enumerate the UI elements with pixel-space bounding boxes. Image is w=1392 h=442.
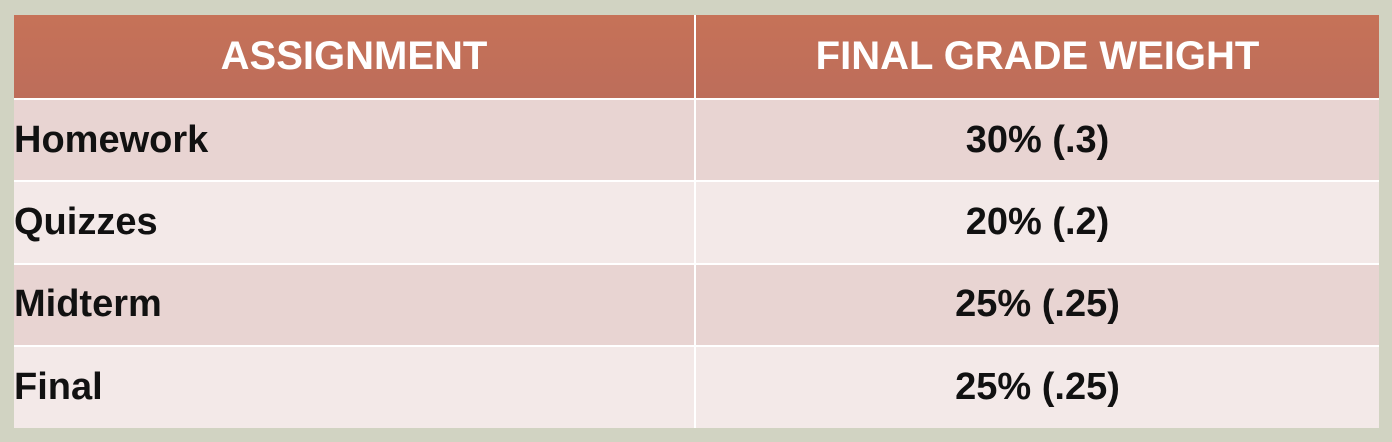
table-header-row: ASSIGNMENT FINAL GRADE WEIGHT [14,15,1379,100]
assignment-cell: Quizzes [14,180,696,265]
assignment-cell: Homework [14,97,696,183]
grade-weight-table: ASSIGNMENT FINAL GRADE WEIGHT Homework 3… [14,15,1379,428]
table-row: Homework 30% (.3) [14,97,1379,183]
weight-cell: 25% (.25) [694,344,1379,428]
assignment-cell: Final [14,344,696,428]
table-row: Midterm 25% (.25) [14,262,1379,347]
weight-cell: 25% (.25) [694,262,1379,347]
table-row: Final 25% (.25) [14,344,1379,428]
table-row: Quizzes 20% (.2) [14,180,1379,265]
slide-frame: ASSIGNMENT FINAL GRADE WEIGHT Homework 3… [14,15,1379,428]
weight-cell: 20% (.2) [694,180,1379,265]
header-assignment: ASSIGNMENT [14,15,696,100]
header-final-grade-weight: FINAL GRADE WEIGHT [694,15,1379,100]
weight-cell: 30% (.3) [694,97,1379,183]
assignment-cell: Midterm [14,262,696,347]
